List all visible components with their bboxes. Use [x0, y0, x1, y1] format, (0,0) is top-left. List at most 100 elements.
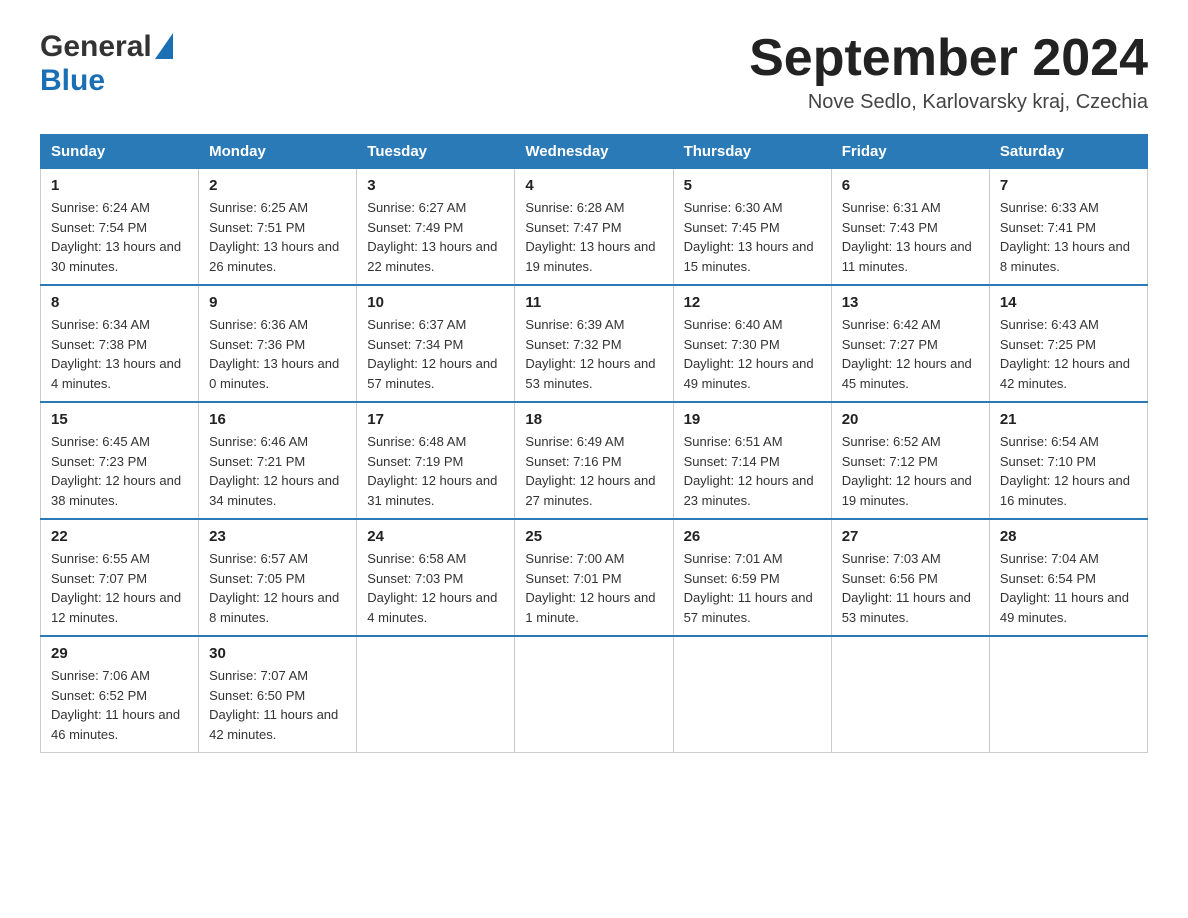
calendar-cell: 26Sunrise: 7:01 AMSunset: 6:59 PMDayligh…	[673, 519, 831, 636]
day-number: 16	[209, 411, 346, 428]
day-info: Sunrise: 6:27 AMSunset: 7:49 PMDaylight:…	[367, 198, 504, 276]
calendar-cell: 19 Sunrise: 6:51 AMSunset: 7:14 PMDayligh…	[673, 402, 831, 519]
calendar-header-row: SundayMondayTuesdayWednesdayThursdayFrid…	[41, 135, 1148, 169]
day-info: Sunrise: 6:48 AMSunset: 7:19 PMDaylight:…	[367, 432, 504, 510]
header-wednesday: Wednesday	[515, 135, 673, 169]
calendar-cell: 22 Sunrise: 6:55 AMSunset: 7:07 PMDayligh…	[41, 519, 199, 636]
day-info: Sunrise: 6:51 AMSunset: 7:14 PMDaylight:…	[684, 432, 821, 510]
calendar-cell	[989, 636, 1147, 753]
day-info: Sunrise: 6:55 AMSunset: 7:07 PMDaylight:…	[51, 549, 188, 627]
calendar-cell: 9 Sunrise: 6:36 AMSunset: 7:36 PMDaylight…	[199, 285, 357, 402]
day-number: 13	[842, 294, 979, 311]
calendar-cell	[357, 636, 515, 753]
day-number: 1	[51, 177, 188, 194]
day-number: 30	[209, 645, 346, 662]
calendar-week-row: 15Sunrise: 6:45 AMSunset: 7:23 PMDayligh…	[41, 402, 1148, 519]
day-info: Sunrise: 7:07 AMSunset: 6:50 PMDaylight:…	[209, 666, 346, 744]
day-info: Sunrise: 6:54 AMSunset: 7:10 PMDaylight:…	[1000, 432, 1137, 510]
calendar-cell: 6 Sunrise: 6:31 AMSunset: 7:43 PMDaylight…	[831, 169, 989, 286]
day-number: 18	[525, 411, 662, 428]
day-number: 2	[209, 177, 346, 194]
calendar-week-row: 8Sunrise: 6:34 AMSunset: 7:38 PMDaylight…	[41, 285, 1148, 402]
page-header: General Blue September 2024 Nove Sedlo, …	[40, 30, 1148, 114]
logo-blue-text: Blue	[40, 64, 105, 97]
day-number: 11	[525, 294, 662, 311]
calendar-cell: 29 Sunrise: 7:06 AMSunset: 6:52 PMDayligh…	[41, 636, 199, 753]
day-number: 3	[367, 177, 504, 194]
calendar-cell: 20 Sunrise: 6:52 AMSunset: 7:12 PMDayligh…	[831, 402, 989, 519]
day-info: Sunrise: 6:49 AMSunset: 7:16 PMDaylight:…	[525, 432, 662, 510]
calendar-cell: 7 Sunrise: 6:33 AMSunset: 7:41 PMDaylight…	[989, 169, 1147, 286]
day-number: 9	[209, 294, 346, 311]
calendar-cell: 4 Sunrise: 6:28 AMSunset: 7:47 PMDaylight…	[515, 169, 673, 286]
calendar-cell: 2 Sunrise: 6:25 AMSunset: 7:51 PMDaylight…	[199, 169, 357, 286]
day-info: Sunrise: 7:04 AMSunset: 6:54 PMDaylight:…	[1000, 549, 1137, 627]
calendar-cell: 25 Sunrise: 7:00 AMSunset: 7:01 PMDayligh…	[515, 519, 673, 636]
day-info: Sunrise: 6:33 AMSunset: 7:41 PMDaylight:…	[1000, 198, 1137, 276]
calendar-cell: 14Sunrise: 6:43 AMSunset: 7:25 PMDayligh…	[989, 285, 1147, 402]
day-info: Sunrise: 7:06 AMSunset: 6:52 PMDaylight:…	[51, 666, 188, 744]
day-info: Sunrise: 6:58 AMSunset: 7:03 PMDaylight:…	[367, 549, 504, 627]
day-info: Sunrise: 6:40 AMSunset: 7:30 PMDaylight:…	[684, 315, 821, 393]
header-tuesday: Tuesday	[357, 135, 515, 169]
calendar-cell: 27Sunrise: 7:03 AMSunset: 6:56 PMDayligh…	[831, 519, 989, 636]
calendar-cell	[673, 636, 831, 753]
header-saturday: Saturday	[989, 135, 1147, 169]
header-thursday: Thursday	[673, 135, 831, 169]
day-number: 5	[684, 177, 821, 194]
calendar-cell: 28 Sunrise: 7:04 AMSunset: 6:54 PMDayligh…	[989, 519, 1147, 636]
calendar-cell: 13 Sunrise: 6:42 AMSunset: 7:27 PMDayligh…	[831, 285, 989, 402]
calendar-cell: 24 Sunrise: 6:58 AMSunset: 7:03 PMDayligh…	[357, 519, 515, 636]
calendar-cell: 30 Sunrise: 7:07 AMSunset: 6:50 PMDayligh…	[199, 636, 357, 753]
day-info: Sunrise: 6:36 AMSunset: 7:36 PMDaylight:…	[209, 315, 346, 393]
day-number: 12	[684, 294, 821, 311]
day-info: Sunrise: 6:28 AMSunset: 7:47 PMDaylight:…	[525, 198, 662, 276]
calendar-cell	[831, 636, 989, 753]
day-info: Sunrise: 7:03 AMSunset: 6:56 PMDaylight:…	[842, 549, 979, 627]
calendar-table: SundayMondayTuesdayWednesdayThursdayFrid…	[40, 134, 1148, 753]
calendar-cell: 11 Sunrise: 6:39 AMSunset: 7:32 PMDayligh…	[515, 285, 673, 402]
day-number: 6	[842, 177, 979, 194]
day-number: 26	[684, 528, 821, 545]
calendar-cell: 8Sunrise: 6:34 AMSunset: 7:38 PMDaylight…	[41, 285, 199, 402]
logo: General Blue	[40, 30, 173, 98]
calendar-week-row: 22 Sunrise: 6:55 AMSunset: 7:07 PMDayligh…	[41, 519, 1148, 636]
day-info: Sunrise: 7:00 AMSunset: 7:01 PMDaylight:…	[525, 549, 662, 627]
day-info: Sunrise: 6:52 AMSunset: 7:12 PMDaylight:…	[842, 432, 979, 510]
calendar-cell: 10 Sunrise: 6:37 AMSunset: 7:34 PMDayligh…	[357, 285, 515, 402]
day-number: 20	[842, 411, 979, 428]
day-number: 24	[367, 528, 504, 545]
calendar-cell: 12 Sunrise: 6:40 AMSunset: 7:30 PMDayligh…	[673, 285, 831, 402]
day-number: 7	[1000, 177, 1137, 194]
logo-general-text: General	[40, 30, 152, 64]
day-number: 23	[209, 528, 346, 545]
calendar-cell	[515, 636, 673, 753]
day-number: 29	[51, 645, 188, 662]
title-area: September 2024 Nove Sedlo, Karlovarsky k…	[749, 30, 1148, 114]
calendar-cell: 18 Sunrise: 6:49 AMSunset: 7:16 PMDayligh…	[515, 402, 673, 519]
calendar-week-row: 29 Sunrise: 7:06 AMSunset: 6:52 PMDayligh…	[41, 636, 1148, 753]
day-info: Sunrise: 6:31 AMSunset: 7:43 PMDaylight:…	[842, 198, 979, 276]
day-number: 8	[51, 294, 188, 311]
day-number: 22	[51, 528, 188, 545]
day-number: 4	[525, 177, 662, 194]
day-info: Sunrise: 6:57 AMSunset: 7:05 PMDaylight:…	[209, 549, 346, 627]
day-info: Sunrise: 6:45 AMSunset: 7:23 PMDaylight:…	[51, 432, 188, 510]
day-number: 17	[367, 411, 504, 428]
calendar-cell: 16Sunrise: 6:46 AMSunset: 7:21 PMDayligh…	[199, 402, 357, 519]
day-info: Sunrise: 6:24 AMSunset: 7:54 PMDaylight:…	[51, 198, 188, 276]
day-number: 10	[367, 294, 504, 311]
day-info: Sunrise: 6:39 AMSunset: 7:32 PMDaylight:…	[525, 315, 662, 393]
day-number: 28	[1000, 528, 1137, 545]
day-info: Sunrise: 6:25 AMSunset: 7:51 PMDaylight:…	[209, 198, 346, 276]
location-title: Nove Sedlo, Karlovarsky kraj, Czechia	[749, 91, 1148, 114]
calendar-cell: 17 Sunrise: 6:48 AMSunset: 7:19 PMDayligh…	[357, 402, 515, 519]
day-info: Sunrise: 6:42 AMSunset: 7:27 PMDaylight:…	[842, 315, 979, 393]
day-number: 25	[525, 528, 662, 545]
calendar-cell: 21Sunrise: 6:54 AMSunset: 7:10 PMDayligh…	[989, 402, 1147, 519]
day-number: 19	[684, 411, 821, 428]
calendar-cell: 1 Sunrise: 6:24 AMSunset: 7:54 PMDaylight…	[41, 169, 199, 286]
header-friday: Friday	[831, 135, 989, 169]
header-sunday: Sunday	[41, 135, 199, 169]
day-info: Sunrise: 6:37 AMSunset: 7:34 PMDaylight:…	[367, 315, 504, 393]
